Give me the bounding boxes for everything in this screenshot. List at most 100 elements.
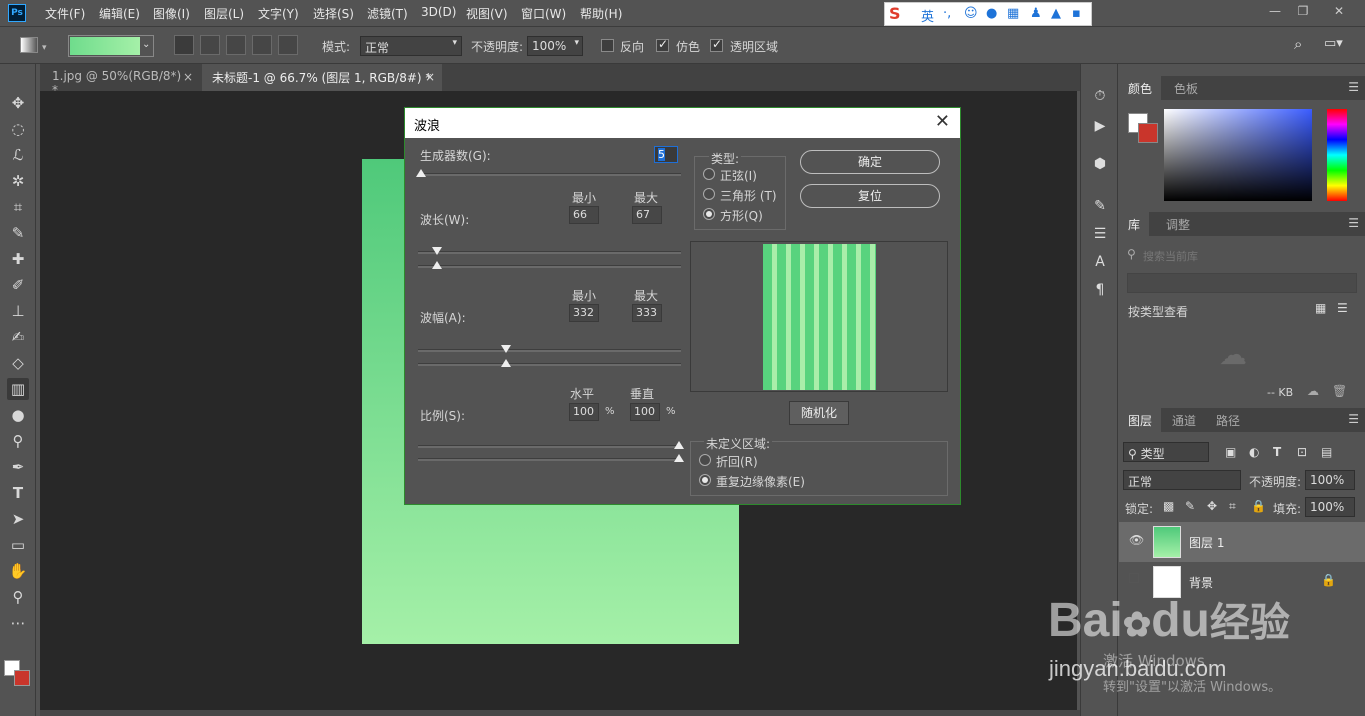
lock-position-icon[interactable]: ✥ (1207, 499, 1217, 513)
generators-slider-thumb[interactable] (416, 169, 426, 177)
close-dialog-icon[interactable]: ✕ (935, 111, 950, 132)
angle-gradient-button[interactable] (226, 35, 246, 55)
reverse-checkbox[interactable] (601, 39, 614, 52)
background-color-swatch[interactable] (14, 670, 30, 686)
character-icon[interactable]: A (1090, 254, 1110, 274)
more-tools-icon[interactable]: ⋯ (7, 612, 29, 634)
randomize-button[interactable]: 随机化 (789, 401, 849, 425)
hand-tool-icon[interactable]: ✋ (7, 560, 29, 582)
filter-shape-icon[interactable]: ⊡ (1297, 445, 1307, 459)
lock-transparent-icon[interactable]: ▩ (1163, 499, 1174, 513)
lasso-tool-icon[interactable]: ℒ (7, 144, 29, 166)
list-view-icon[interactable]: ☰ (1337, 301, 1348, 315)
filter-smart-icon[interactable]: ▤ (1321, 445, 1332, 459)
gradient-swatch[interactable] (70, 37, 140, 55)
dither-checkbox[interactable] (656, 37, 669, 52)
filter-type-icon[interactable]: T (1273, 445, 1281, 459)
minimize-icon[interactable]: — (1266, 4, 1284, 20)
type-square-radio[interactable] (703, 208, 715, 220)
layer-row[interactable]: 👁 图层 1 (1119, 522, 1365, 562)
menu-help[interactable]: 帮助(H) (580, 5, 622, 22)
ime-toolbar[interactable]: S 英 ·, ☺ ● ▦ ♟ ▲ ▪ (884, 2, 1092, 26)
healing-brush-icon[interactable]: ✚ (7, 248, 29, 270)
lock-all-icon[interactable]: 🔒 (1251, 499, 1266, 513)
wavelength-max-slider[interactable] (418, 265, 681, 268)
layer-opacity-input[interactable]: 100% (1305, 470, 1355, 490)
history-brush-icon[interactable]: ✍ (7, 326, 29, 348)
lock-image-icon[interactable]: ✎ (1185, 499, 1195, 513)
workspace-icon[interactable]: ▭▾ (1324, 36, 1343, 51)
grid-icon[interactable]: ▪ (1072, 6, 1081, 21)
tab-adjustments[interactable]: 调整 (1157, 212, 1199, 236)
amplitude-min-thumb[interactable] (501, 345, 511, 353)
tab-library[interactable]: 库 (1119, 212, 1150, 236)
scale-v-input[interactable]: 100 (630, 403, 660, 421)
fill-input[interactable]: 100% (1305, 497, 1355, 517)
microphone-icon[interactable]: ● (986, 6, 997, 21)
library-search[interactable]: ⚲ 搜索当前库 (1127, 246, 1357, 266)
gradient-tool-icon[interactable]: ▥ (7, 378, 29, 400)
rectangle-tool-icon[interactable]: ▭ (7, 534, 29, 556)
scale-v-thumb[interactable] (674, 454, 684, 462)
amplitude-min-slider[interactable] (418, 349, 681, 352)
wavelength-min-slider[interactable] (418, 251, 681, 254)
transparency-checkbox[interactable] (710, 37, 723, 52)
panel-menu-icon[interactable]: ☰ (1348, 412, 1359, 426)
diamond-gradient-button[interactable] (278, 35, 298, 55)
menu-file[interactable]: 文件(F) (45, 5, 85, 22)
opacity-input[interactable]: 100% ▾ (527, 36, 583, 56)
keyboard-icon[interactable]: ▦ (1007, 6, 1019, 21)
filter-pixel-icon[interactable]: ▣ (1225, 445, 1236, 459)
gradient-chevron-icon[interactable]: ⌄ (142, 39, 150, 50)
paragraph-icon[interactable]: ¶ (1090, 282, 1110, 302)
amplitude-max-slider[interactable] (418, 363, 681, 366)
repeat-edge-radio[interactable] (699, 474, 711, 486)
ime-lang[interactable]: 英 (921, 6, 934, 25)
scale-h-thumb[interactable] (674, 441, 684, 449)
gradient-picker[interactable]: ⌄ (68, 35, 154, 57)
brush-tool-icon[interactable]: ✐ (7, 274, 29, 296)
tab-untitled[interactable]: 未标题-1 @ 66.7% (图层 1, RGB/8#) * (202, 64, 442, 91)
close-tab-icon[interactable]: × (425, 70, 435, 84)
sogou-icon[interactable]: S (889, 4, 901, 23)
close-window-icon[interactable]: ✕ (1330, 4, 1348, 20)
shirt-icon[interactable]: ▲ (1051, 6, 1061, 21)
brushes-icon[interactable]: ✎ (1090, 198, 1110, 218)
panel-menu-icon[interactable]: ☰ (1348, 216, 1359, 230)
blur-tool-icon[interactable]: ● (7, 404, 29, 426)
ok-button[interactable]: 确定 (800, 150, 940, 174)
menu-type[interactable]: 文字(Y) (258, 5, 299, 22)
menu-edit[interactable]: 编辑(E) (99, 5, 140, 22)
pen-tool-icon[interactable]: ✒ (7, 456, 29, 478)
tab-paths[interactable]: 路径 (1207, 408, 1249, 432)
type-triangle-radio[interactable] (703, 188, 715, 200)
menu-image[interactable]: 图像(I) (153, 5, 190, 22)
tab-layers[interactable]: 图层 (1119, 408, 1162, 432)
library-dropdown[interactable] (1127, 273, 1357, 293)
type-sine-radio[interactable] (703, 168, 715, 180)
visibility-eye-icon[interactable] (1129, 573, 1139, 583)
visibility-eye-icon[interactable]: 👁 (1129, 533, 1144, 547)
history-icon[interactable]: ⏱ (1090, 88, 1110, 108)
menu-3d[interactable]: 3D(D) (421, 5, 456, 19)
menu-view[interactable]: 视图(V) (466, 5, 508, 22)
menu-filter[interactable]: 滤镜(T) (367, 5, 408, 22)
color-spectrum[interactable] (1164, 109, 1312, 201)
punctuation-icon[interactable]: ·, (943, 6, 951, 21)
stamp-tool-icon[interactable]: ⊥ (7, 300, 29, 322)
radial-gradient-button[interactable] (200, 35, 220, 55)
wavelength-min-input[interactable]: 66 (569, 206, 599, 224)
blend-mode-select[interactable]: 正常 (1123, 470, 1241, 490)
magic-wand-icon[interactable]: ✲ (7, 170, 29, 192)
move-tool-icon[interactable]: ✥ (7, 92, 29, 114)
filter-adjust-icon[interactable]: ◐ (1249, 445, 1259, 459)
user-icon[interactable]: ♟ (1030, 6, 1042, 21)
lock-artboard-icon[interactable]: ⌗ (1229, 499, 1236, 514)
tab-swatches[interactable]: 色板 (1165, 76, 1207, 100)
actions-play-icon[interactable]: ▶ (1090, 118, 1110, 138)
menu-window[interactable]: 窗口(W) (521, 5, 566, 22)
path-select-icon[interactable]: ➤ (7, 508, 29, 530)
tool-preset-chevron-icon[interactable]: ▾ (42, 43, 47, 53)
cloud-sync-icon[interactable]: ☁ (1307, 384, 1319, 398)
type-tool-icon[interactable]: T (7, 482, 29, 504)
